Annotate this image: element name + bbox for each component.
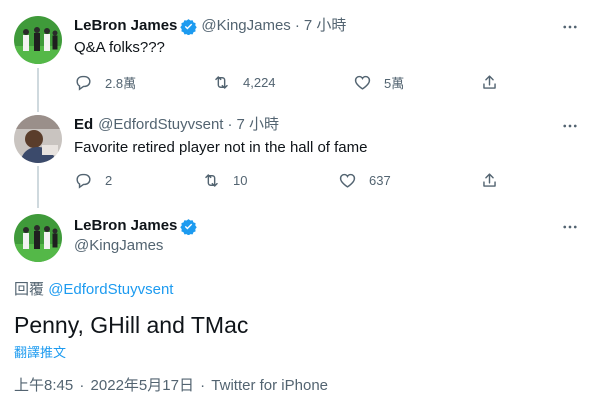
- avatar-lebron[interactable]: [14, 16, 62, 64]
- display-name[interactable]: Ed: [74, 115, 93, 135]
- retweet-icon: [205, 174, 218, 187]
- more-icon[interactable]: [559, 216, 581, 238]
- tweet-header: LeBron James @KingJames · 7 小時: [74, 16, 346, 36]
- thread-line: [37, 68, 39, 112]
- heart-icon: [354, 75, 371, 90]
- tweet-text: Q&A folks???: [74, 39, 165, 56]
- handle[interactable]: @KingJames: [74, 236, 163, 256]
- avatar-ed[interactable]: [14, 115, 62, 163]
- verified-badge-icon: [180, 218, 198, 235]
- reply-prefix: 回覆: [14, 281, 45, 298]
- timestamp[interactable]: 7 小時: [236, 115, 279, 135]
- avatar-lebron[interactable]: [14, 214, 62, 262]
- heart-icon: [339, 173, 356, 188]
- avatar-image: [14, 115, 62, 163]
- handle[interactable]: @KingJames: [201, 16, 290, 36]
- timestamp[interactable]: 7 小時: [304, 16, 347, 36]
- separator-dot: ·: [79, 377, 85, 394]
- replying-to: 回覆 @EdfordStuyvsent: [14, 278, 173, 299]
- like-count: 5萬: [384, 76, 405, 91]
- like-button[interactable]: 5萬: [353, 73, 404, 92]
- tweet-header: Ed @EdfordStuyvsent · 7 小時: [74, 115, 279, 135]
- translate-tweet-link[interactable]: 翻譯推文: [14, 342, 66, 361]
- like-count: 637: [369, 173, 391, 188]
- tweet-client[interactable]: Twitter for iPhone: [211, 377, 328, 394]
- tweet-date[interactable]: 2022年5月17日: [91, 377, 194, 394]
- like-button[interactable]: 637: [338, 171, 391, 190]
- retweet-count: 10: [233, 173, 248, 188]
- handle[interactable]: @EdfordStuyvsent: [98, 115, 223, 135]
- reply-icon: [76, 75, 91, 91]
- separator-dot: ·: [227, 116, 233, 133]
- separator-dot: ·: [200, 377, 206, 394]
- verified-badge-icon: [180, 18, 198, 35]
- retweet-count: 4,224: [243, 75, 276, 90]
- share-icon: [483, 75, 496, 89]
- retweet-icon: [215, 76, 228, 89]
- separator-dot: ·: [294, 17, 300, 34]
- share-icon: [483, 173, 496, 187]
- reply-button[interactable]: 2.8萬: [74, 73, 136, 92]
- avatar-image: [14, 16, 62, 64]
- tweet-time[interactable]: 上午8:45: [14, 377, 73, 394]
- reply-count: 2: [105, 173, 113, 188]
- reply-count: 2.8萬: [105, 76, 137, 91]
- more-icon[interactable]: [559, 16, 581, 38]
- tweet-header: LeBron James: [74, 216, 201, 236]
- display-name[interactable]: LeBron James: [74, 16, 177, 36]
- handle-row: @KingJames: [74, 236, 163, 256]
- share-button[interactable]: [480, 73, 499, 92]
- avatar-image: [14, 214, 62, 262]
- main-tweet-text: Penny, GHill and TMac: [14, 312, 249, 338]
- reply-mention-link[interactable]: @EdfordStuyvsent: [48, 281, 173, 298]
- tweet-text: Favorite retired player not in the hall …: [74, 139, 368, 156]
- retweet-button[interactable]: 10: [202, 171, 247, 190]
- retweet-button[interactable]: 4,224: [212, 73, 276, 92]
- display-name[interactable]: LeBron James: [74, 216, 177, 236]
- thread-line: [37, 166, 39, 208]
- tweet-meta: 上午8:45 · 2022年5月17日 · Twitter for iPhone: [14, 374, 328, 395]
- reply-icon: [76, 173, 91, 189]
- share-button[interactable]: [480, 171, 499, 190]
- more-icon[interactable]: [559, 115, 581, 137]
- reply-button[interactable]: 2: [74, 171, 112, 190]
